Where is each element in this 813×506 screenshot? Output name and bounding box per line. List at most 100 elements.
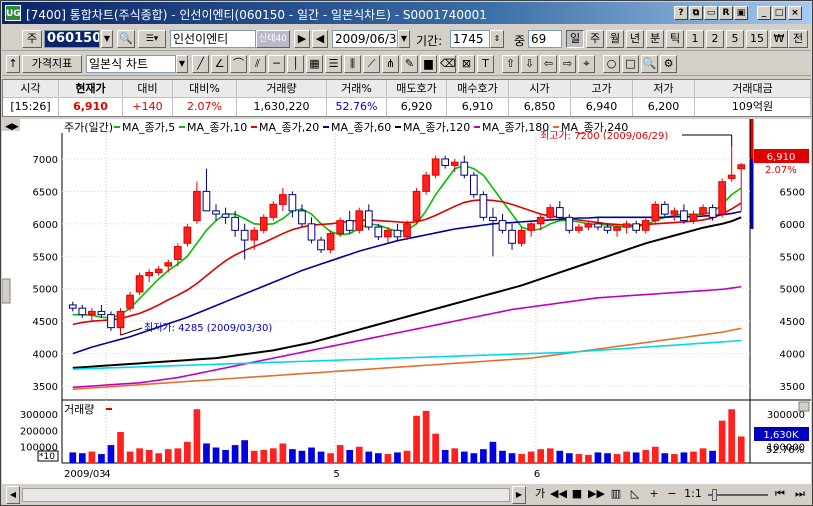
- volume-bar: [117, 432, 124, 463]
- unit-button-6[interactable]: 1: [686, 30, 704, 48]
- extra-button[interactable]: 전: [788, 30, 808, 48]
- hline-tool-icon[interactable]: ─: [268, 55, 285, 73]
- unit-button-9[interactable]: 15: [746, 30, 768, 48]
- chart-background: [2, 119, 811, 484]
- prev-button[interactable]: ◀: [312, 30, 328, 48]
- quote-value-10: 6,200: [633, 98, 695, 116]
- chart-bars-icon[interactable]: ▥: [608, 486, 624, 504]
- chart-canvas[interactable]: ◀▶2009/034567000700065006500600060005500…: [1, 119, 811, 484]
- first-page-button[interactable]: ⏮: [772, 486, 788, 504]
- erase-all-icon[interactable]: ⊠: [458, 55, 475, 73]
- candle-body: [212, 210, 220, 215]
- scroll-right-button[interactable]: ▶: [512, 486, 526, 504]
- pen-tool-icon[interactable]: ✎: [401, 55, 418, 73]
- next-button[interactable]: ▶: [294, 30, 310, 48]
- unit-button-10[interactable]: ₩: [770, 30, 788, 48]
- volume-bar: [145, 449, 153, 463]
- color-tool-icon[interactable]: ▆: [420, 55, 437, 73]
- go-button[interactable]: 가: [532, 486, 548, 504]
- maximize-button[interactable]: □: [772, 6, 786, 20]
- period-spinner[interactable]: ⇕: [490, 30, 504, 48]
- bars-tool-icon[interactable]: ⫼: [344, 55, 361, 73]
- candle-body: [326, 233, 335, 251]
- help-button[interactable]: ?: [674, 6, 688, 20]
- candle-body: [202, 190, 211, 212]
- refresh-button[interactable]: R: [719, 6, 733, 20]
- rewind-icon[interactable]: ◀◀: [550, 486, 567, 504]
- chart-type-select[interactable]: 일본식 차트: [86, 55, 176, 73]
- quote-header-3: 대비%: [173, 80, 237, 98]
- right-tool-icon[interactable]: ⇨: [559, 55, 576, 73]
- unit-button-5[interactable]: 틱: [666, 30, 684, 48]
- code-list-button[interactable]: ☰▾: [138, 30, 166, 48]
- zoom-in-button[interactable]: +: [647, 486, 661, 504]
- minimize-button[interactable]: _: [757, 6, 771, 20]
- quote-value-11: 109억원: [695, 98, 811, 116]
- fan-tool-icon[interactable]: ⫽: [249, 55, 266, 73]
- circle-tool-icon[interactable]: ○: [603, 55, 620, 73]
- unit-button-8[interactable]: 5: [726, 30, 744, 48]
- mid-input[interactable]: 69: [528, 30, 562, 48]
- angle-tool-icon[interactable]: ∠: [211, 55, 228, 73]
- rect-tool-icon[interactable]: □: [622, 55, 639, 73]
- unit-button-7[interactable]: 2: [706, 30, 724, 48]
- line-tool-icon[interactable]: ╱: [192, 55, 209, 73]
- search-toolbar: 주 060150 ▼ 🔍 ☰▾ 인선이엔티 신테40 ▶ ◀ 2009/06/3…: [2, 27, 811, 51]
- unit-button-2[interactable]: 월: [606, 30, 624, 48]
- zoom-slider-handle[interactable]: [712, 489, 717, 501]
- stop-icon[interactable]: ■: [570, 486, 584, 504]
- market-button[interactable]: 주: [22, 30, 42, 48]
- up-arrow-button[interactable]: ↑: [6, 55, 20, 73]
- code-input[interactable]: 060150: [44, 30, 100, 48]
- chart-area-icon[interactable]: ◺: [627, 486, 643, 504]
- print-button[interactable]: ▭: [704, 6, 718, 20]
- copy-button[interactable]: ⧉: [689, 6, 703, 20]
- candle-body: [384, 229, 392, 238]
- zoom-level[interactable]: 1:1: [682, 486, 704, 504]
- down-tool-icon[interactable]: ⇩: [521, 55, 538, 73]
- settings-tool-icon[interactable]: ⚙: [660, 55, 677, 73]
- quote-header-6: 매도호가: [387, 80, 447, 98]
- unit-button-3[interactable]: 년: [626, 30, 644, 48]
- quote-table: 시각 [15:26] 현재가 6,910 대비 +140 대비% 2.07% 거래량 1,630,…: [2, 79, 811, 117]
- code-dropdown[interactable]: ▼: [101, 30, 113, 48]
- lock-button[interactable]: ▣: [734, 6, 748, 20]
- up-tool-icon[interactable]: ⇧: [502, 55, 519, 73]
- date-input[interactable]: 2009/06/30: [332, 30, 398, 48]
- unit-button-1[interactable]: 주: [586, 30, 604, 48]
- candle-body: [632, 223, 641, 231]
- volume-bar: [556, 450, 564, 463]
- fast-forward-icon[interactable]: ▶▶: [588, 486, 605, 504]
- left-tool-icon[interactable]: ⇦: [540, 55, 557, 73]
- eraser-tool-icon[interactable]: ⌫: [439, 55, 456, 73]
- last-page-button[interactable]: ⏭: [792, 486, 808, 504]
- indicator-button[interactable]: 가격지표: [22, 55, 82, 73]
- text-tool-icon[interactable]: T: [477, 55, 494, 73]
- candle-body: [450, 161, 459, 166]
- scroll-left-button[interactable]: ◀: [6, 486, 20, 504]
- unit-button-4[interactable]: 분: [646, 30, 664, 48]
- zoom-slider[interactable]: [708, 494, 768, 496]
- search-icon[interactable]: 🔍: [117, 30, 135, 48]
- cursor-tool-icon[interactable]: ⌖: [578, 55, 595, 73]
- channel-tool-icon[interactable]: ⟋: [363, 55, 380, 73]
- volume-bar: [69, 452, 77, 463]
- unit-button-0[interactable]: 일: [566, 30, 584, 48]
- quote-value-5: 52.76%: [327, 98, 387, 116]
- scrollbar-track[interactable]: [22, 488, 510, 502]
- volume-bar: [260, 449, 268, 463]
- vline-tool-icon[interactable]: │: [287, 55, 304, 73]
- date-dropdown[interactable]: ▼: [398, 30, 410, 48]
- zoom-out-button[interactable]: −: [665, 486, 679, 504]
- y-tick-right: 4000: [780, 350, 805, 361]
- period-input[interactable]: 1745: [450, 30, 490, 48]
- pitch-tool-icon[interactable]: ⋔: [382, 55, 399, 73]
- fib-tool-icon[interactable]: ☰: [325, 55, 342, 73]
- chart-type-dropdown[interactable]: ▼: [176, 55, 188, 73]
- y-tick-right: 5000: [780, 285, 805, 296]
- close-button[interactable]: ×: [788, 6, 802, 20]
- grid-tool-icon[interactable]: ▦: [306, 55, 323, 73]
- quote-value-2: +140: [123, 98, 173, 116]
- arc-tool-icon[interactable]: ⌒: [230, 55, 247, 73]
- zoom-tool-icon[interactable]: 🔍: [641, 55, 658, 73]
